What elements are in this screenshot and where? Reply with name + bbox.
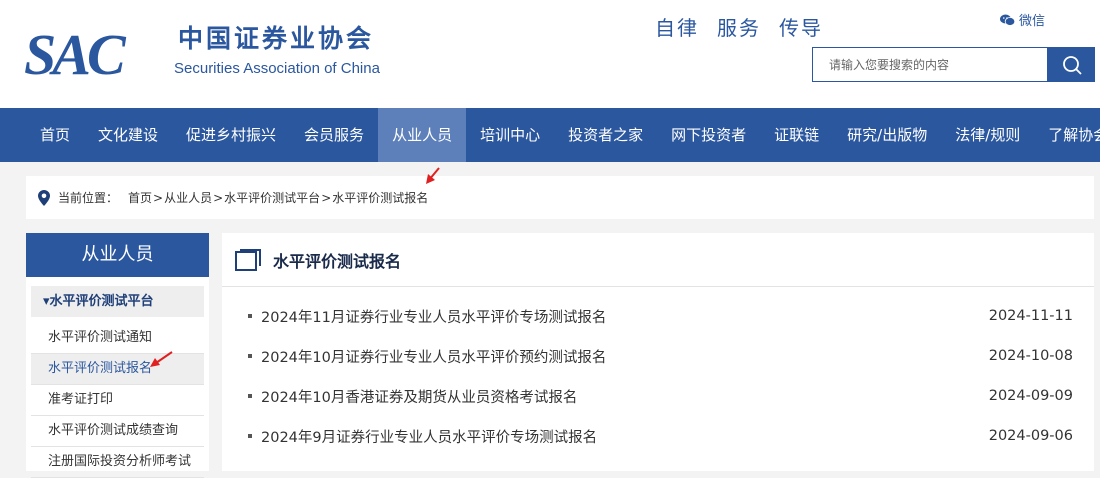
list-item[interactable]: 2024年11月证券行业专业人员水平评价专场测试报名 2024-11-11	[222, 296, 1094, 336]
nav-item-home[interactable]: 首页	[0, 108, 84, 162]
site-header: SAC 中国证券业协会 Securities Association of Ch…	[0, 0, 1100, 108]
location-pin-icon	[38, 189, 50, 206]
sidebar-item-admission-ticket[interactable]: 准考证打印	[31, 385, 204, 416]
search-button[interactable]	[1048, 47, 1095, 82]
sac-logo[interactable]: SAC 中国证券业协会 Securities Association of Ch…	[22, 22, 442, 87]
nav-item-research-publications[interactable]: 研究/出版物	[833, 108, 941, 162]
breadcrumb-item-practitioners[interactable]: 从业人员	[164, 189, 212, 206]
list-item-title[interactable]: 2024年9月证券行业专业人员水平评价专场测试报名	[261, 426, 597, 447]
wechat-label: 微信	[1019, 14, 1046, 29]
sidebar-item-test-registration[interactable]: 水平评价测试报名	[31, 354, 204, 385]
list-item-date: 2024-09-09	[988, 388, 1073, 404]
sidebar-item-score-query[interactable]: 水平评价测试成绩查询	[31, 416, 204, 447]
sidebar-group-evaluation-platform[interactable]: ▾水平评价测试平台	[31, 286, 204, 317]
sidebar: 从业人员 ▾水平评价测试平台 水平评价测试通知 水平评价测试报名 准考证打印 水…	[26, 233, 209, 478]
section-box-icon	[235, 248, 261, 271]
logo-english-name: Securities Association of China	[174, 60, 381, 77]
nav-item-culture[interactable]: 文化建设	[84, 108, 172, 162]
breadcrumb-item-registration[interactable]: 水平评价测试报名	[332, 189, 428, 206]
sidebar-item-test-notice[interactable]: 水平评价测试通知	[31, 323, 204, 354]
breadcrumb-item-home[interactable]: 首页	[128, 189, 152, 206]
annotation-arrow-icon	[150, 351, 173, 367]
list-item-left: 2024年10月证券行业专业人员水平评价预约测试报名	[248, 346, 606, 367]
list-item-title[interactable]: 2024年11月证券行业专业人员水平评价专场测试报名	[261, 306, 606, 327]
list-item-left: 2024年11月证券行业专业人员水平评价专场测试报名	[248, 306, 606, 327]
nav-item-practitioners[interactable]: 从业人员	[378, 108, 467, 162]
main-nav: 首页 文化建设 促进乡村振兴 会员服务 从业人员 培训中心 投资者之家 网下投资…	[0, 108, 1100, 162]
wechat-icon	[1000, 14, 1015, 26]
bullet-icon	[248, 354, 252, 358]
slogan-word: 自律	[655, 16, 699, 40]
logo-letters: SAC	[24, 22, 127, 82]
nav-item-about[interactable]: 了解协会	[1034, 108, 1100, 162]
list-item[interactable]: 2024年9月证券行业专业人员水平评价专场测试报名 2024-09-06	[222, 416, 1094, 456]
nav-item-laws-rules[interactable]: 法律/规则	[941, 108, 1034, 162]
bullet-icon	[248, 314, 252, 318]
list-item-left: 2024年10月香港证券及期货从业员资格考试报名	[248, 386, 577, 407]
list-item[interactable]: 2024年10月证券行业专业人员水平评价预约测试报名 2024-10-08	[222, 336, 1094, 376]
annotation-arrow-icon	[426, 167, 440, 184]
search-icon	[1062, 55, 1082, 75]
nav-item-rural-revitalization[interactable]: 促进乡村振兴	[172, 108, 290, 162]
bullet-icon	[248, 434, 252, 438]
content-title: 水平评价测试报名	[273, 251, 402, 271]
list-item[interactable]: 2024年10月香港证券及期货从业员资格考试报名 2024-09-09	[222, 376, 1094, 416]
sidebar-title: 从业人员	[26, 233, 209, 277]
sidebar-list: 水平评价测试通知 水平评价测试报名 准考证打印 水平评价测试成绩查询 注册国际投…	[26, 323, 209, 478]
slogan: 自律 服务 传导	[655, 12, 841, 41]
nav-item-investor-home[interactable]: 投资者之家	[554, 108, 657, 162]
content-panel: 水平评价测试报名 2024年11月证券行业专业人员水平评价专场测试报名 2024…	[222, 233, 1094, 471]
search-box	[812, 47, 1095, 82]
breadcrumb-item-evaluation-platform[interactable]: 水平评价测试平台	[224, 189, 320, 206]
wechat-link[interactable]: 微信	[1000, 10, 1045, 29]
nav-item-training-center[interactable]: 培训中心	[466, 108, 554, 162]
content-header: 水平评价测试报名	[222, 233, 1094, 287]
slogan-word: 传导	[779, 16, 823, 40]
slogan-word: 服务	[717, 16, 761, 40]
breadcrumb-separator: >	[321, 190, 332, 205]
search-input[interactable]	[812, 47, 1048, 82]
sidebar-item-ciia-exam[interactable]: 注册国际投资分析师考试	[31, 447, 204, 478]
list-item-left: 2024年9月证券行业专业人员水平评价专场测试报名	[248, 426, 597, 447]
breadcrumb-separator: >	[153, 190, 164, 205]
article-list: 2024年11月证券行业专业人员水平评价专场测试报名 2024-11-11 20…	[222, 296, 1094, 456]
nav-item-securities-chain[interactable]: 证联链	[760, 108, 833, 162]
breadcrumb-label: 当前位置：	[58, 191, 119, 205]
breadcrumb-separator: >	[213, 190, 224, 205]
list-item-title[interactable]: 2024年10月证券行业专业人员水平评价预约测试报名	[261, 346, 606, 367]
logo-chinese-name: 中国证券业协会	[178, 24, 374, 53]
list-item-date: 2024-10-08	[988, 348, 1073, 364]
bullet-icon	[248, 394, 252, 398]
nav-item-member-services[interactable]: 会员服务	[290, 108, 378, 162]
list-item-date: 2024-11-11	[988, 308, 1073, 324]
breadcrumb: 当前位置： 首页 > 从业人员 > 水平评价测试平台 > 水平评价测试报名	[26, 176, 1094, 219]
list-item-date: 2024-09-06	[988, 428, 1073, 444]
list-item-title[interactable]: 2024年10月香港证券及期货从业员资格考试报名	[261, 386, 577, 407]
nav-item-offline-investors[interactable]: 网下投资者	[657, 108, 760, 162]
